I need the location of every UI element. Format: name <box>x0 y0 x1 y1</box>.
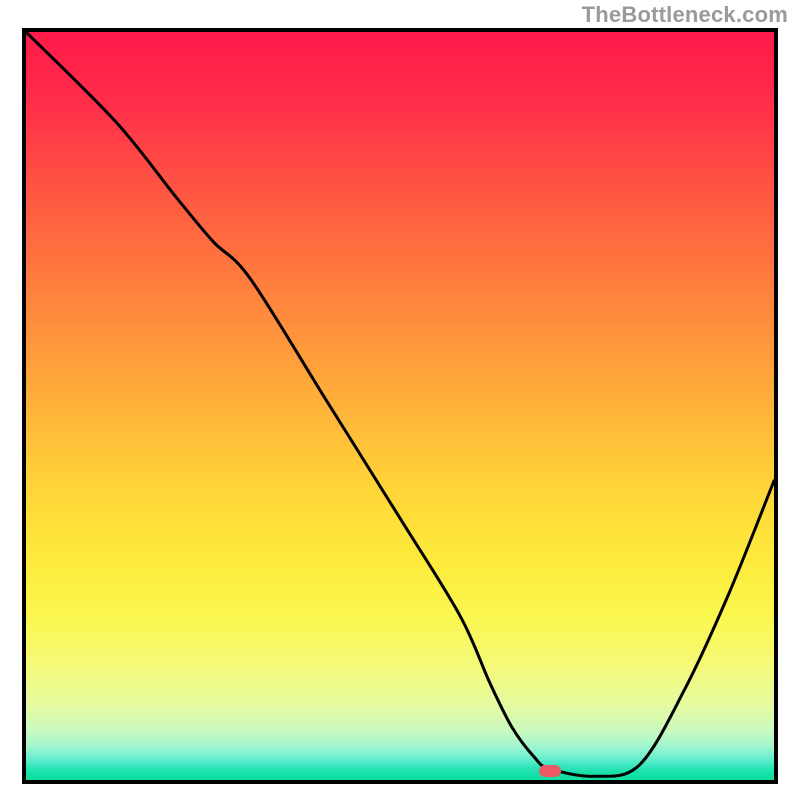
chart-marker <box>539 765 561 777</box>
chart-curve <box>26 32 774 780</box>
chart-frame <box>22 28 778 784</box>
chart-plot-area <box>26 32 774 780</box>
watermark-text: TheBottleneck.com <box>582 2 788 28</box>
